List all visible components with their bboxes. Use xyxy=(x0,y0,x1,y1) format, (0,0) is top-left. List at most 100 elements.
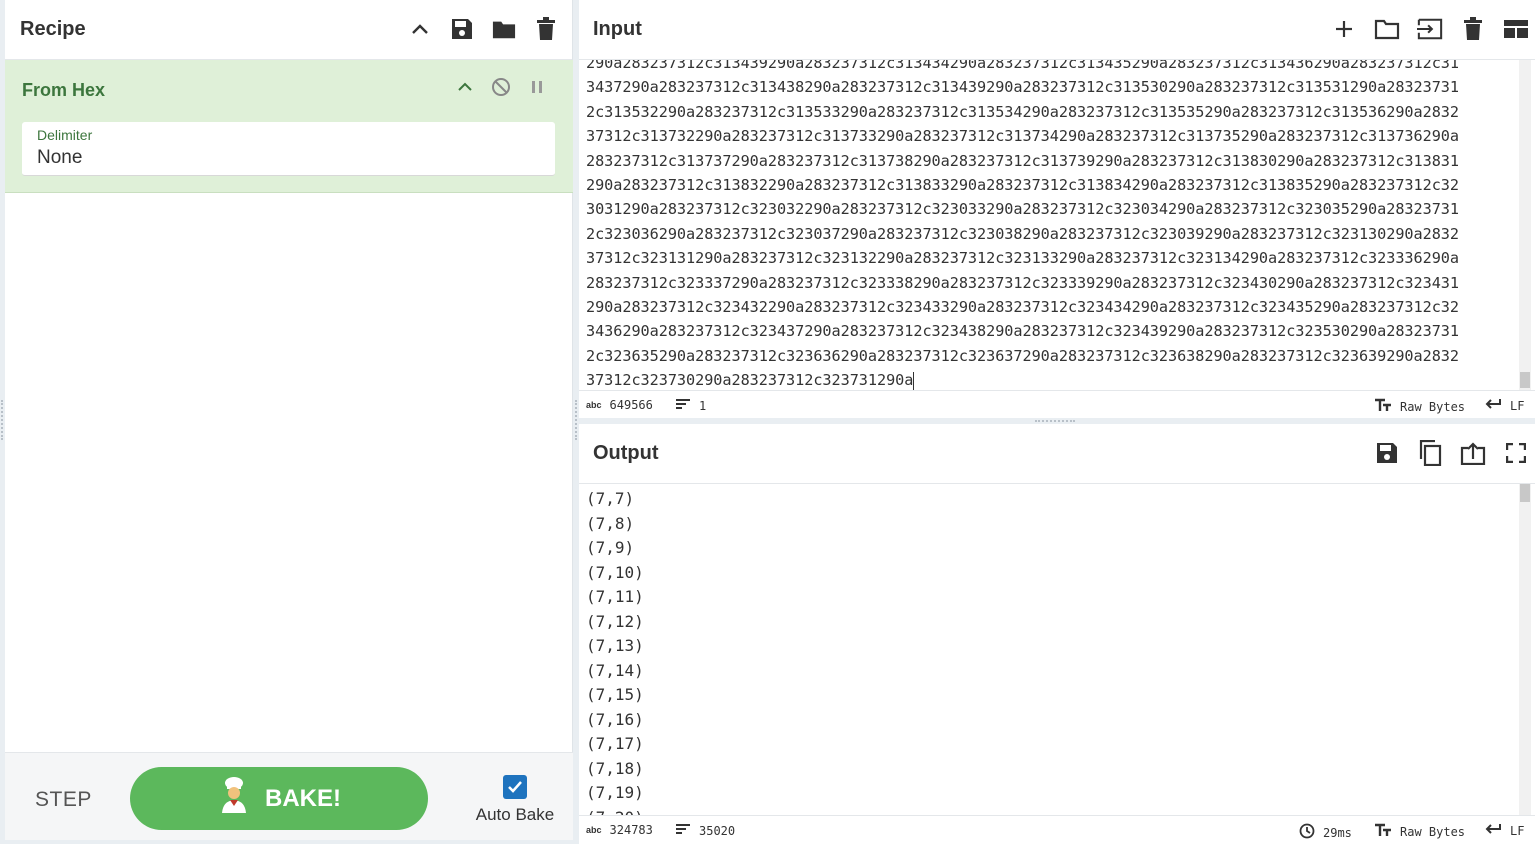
bake-time-value: 29ms xyxy=(1323,825,1352,840)
input-line: 3436290a283237312c323437290a283237312c32… xyxy=(586,322,1459,341)
output-length: abc 324783 xyxy=(586,823,653,837)
vertical-splitter-grip[interactable] xyxy=(575,400,578,440)
text-cursor xyxy=(913,371,915,390)
input-line: 2c313532290a283237312c313533290a28323731… xyxy=(586,102,1459,121)
maximise-icon[interactable] xyxy=(1503,438,1529,468)
recipe-title: Recipe xyxy=(20,18,86,40)
output-line: (7,12) xyxy=(586,611,644,631)
output-encoding-value: Raw Bytes xyxy=(1400,824,1466,839)
pause-icon[interactable] xyxy=(527,76,547,98)
input-line: 283237312c323337290a283237312c323338290a… xyxy=(586,273,1459,292)
output-scrollbar[interactable] xyxy=(1519,484,1531,815)
output-encoding[interactable]: Raw Bytes xyxy=(1374,823,1465,840)
output-header: Output xyxy=(579,424,1535,484)
output-text[interactable]: (7,7) (7,8) (7,9) (7,10) (7,11) (7,12) (7,13) (… xyxy=(586,487,644,815)
return-icon xyxy=(1484,823,1502,838)
text-format-icon xyxy=(1374,823,1392,840)
input-line: 37312c323131290a283237312c323132290a2832… xyxy=(586,249,1459,268)
left-splitter-grip[interactable] xyxy=(1,400,4,440)
input-length-value: 649566 xyxy=(609,398,653,412)
output-eol[interactable]: LF xyxy=(1484,823,1524,838)
input-line: 37312c313732290a283237312c313733290a2832… xyxy=(586,127,1459,146)
output-status-bar: abc 324783 35020 29ms Raw Bytes LF xyxy=(579,815,1535,843)
save-icon[interactable] xyxy=(450,14,474,44)
cyberchef-app: Recipe From Hex Delimiter None STEP BAKE… xyxy=(0,0,1535,844)
input-status-bar: abc 649566 1 Raw Bytes LF xyxy=(579,390,1535,418)
recipe-header: Recipe xyxy=(5,0,572,60)
output-line: (7,8) xyxy=(586,513,635,533)
input-encoding-value: Raw Bytes xyxy=(1400,399,1466,414)
bake-time: 29ms xyxy=(1299,823,1352,842)
bake-button[interactable]: BAKE! xyxy=(130,767,428,830)
clock-icon xyxy=(1299,823,1315,842)
input-line: 37312c323730290a283237312c323731290a xyxy=(586,371,915,390)
output-line: (7,9) xyxy=(586,538,635,557)
input-scroll-thumb[interactable] xyxy=(1520,372,1530,388)
operation-from-hex[interactable]: From Hex Delimiter None xyxy=(5,60,573,193)
trash-icon[interactable] xyxy=(1460,14,1486,44)
output-line: (7,13) xyxy=(586,636,644,655)
output-line: (7,11) xyxy=(586,587,644,606)
folder-icon[interactable] xyxy=(1374,14,1400,44)
output-line: (7,18) xyxy=(586,758,644,778)
text-format-icon xyxy=(1374,398,1392,415)
chevron-up-icon[interactable] xyxy=(455,76,475,98)
output-line: (7,17) xyxy=(586,734,644,753)
output-scroll-thumb[interactable] xyxy=(1520,484,1530,502)
return-icon xyxy=(1484,398,1502,413)
input-eol-value: LF xyxy=(1510,398,1525,413)
open-input-icon[interactable] xyxy=(1417,14,1443,44)
copy-icon[interactable] xyxy=(1417,438,1443,468)
delimiter-field[interactable]: Delimiter None xyxy=(22,122,555,176)
input-line: 2c323036290a283237312c323037290a28323731… xyxy=(586,224,1459,243)
input-line: 283237312c313737290a283237312c313738290a… xyxy=(586,151,1459,170)
input-length: abc 649566 xyxy=(586,398,653,412)
input-scrollbar[interactable] xyxy=(1519,60,1531,390)
operation-name: From Hex xyxy=(22,80,106,100)
output-line: (7,7) xyxy=(586,489,635,508)
output-line: (7,20) xyxy=(586,806,644,816)
bake-controls: STEP BAKE! Auto Bake xyxy=(5,752,573,840)
input-lines-value: 1 xyxy=(699,398,707,413)
output-line: (7,15) xyxy=(586,685,644,704)
horizontal-splitter-grip[interactable] xyxy=(1035,420,1075,423)
input-textarea[interactable]: 290a283237312c313439290a283237312c313434… xyxy=(579,60,1518,390)
output-lines-value: 35020 xyxy=(699,823,736,838)
input-title: Input xyxy=(593,18,642,40)
disable-icon[interactable] xyxy=(491,76,511,98)
recipe-panel: Recipe From Hex Delimiter None STEP BAKE… xyxy=(5,0,573,840)
input-line: 3437290a283237312c313438290a283237312c31… xyxy=(586,78,1459,97)
auto-bake-label: Auto Bake xyxy=(475,805,555,824)
input-encoding[interactable]: Raw Bytes xyxy=(1374,398,1465,415)
plus-icon[interactable] xyxy=(1331,14,1357,44)
output-line: (7,16) xyxy=(586,709,644,729)
input-line: 2c323635290a283237312c323636290a28323731… xyxy=(586,346,1459,365)
output-line: (7,14) xyxy=(586,660,644,680)
output-lines: 35020 xyxy=(675,823,735,838)
output-panel: Output (7,7) (7,8) (7,9) (7,10) (7,11) (7,12)… xyxy=(579,424,1535,844)
input-text[interactable]: 290a283237312c313439290a283237312c313434… xyxy=(586,60,1516,390)
layout-icon[interactable] xyxy=(1503,14,1529,44)
chevron-up-icon[interactable] xyxy=(408,14,432,44)
abc-icon: abc xyxy=(586,825,602,835)
input-line: 290a283237312c313439290a283237312c313434… xyxy=(586,60,1459,72)
output-line: (7,10) xyxy=(586,562,644,582)
delimiter-value[interactable]: None xyxy=(37,147,82,169)
auto-bake: Auto Bake xyxy=(460,775,570,825)
bake-label: BAKE! xyxy=(265,784,341,812)
chef-icon xyxy=(217,776,251,821)
auto-bake-checkbox[interactable] xyxy=(503,775,527,799)
folder-icon[interactable] xyxy=(492,14,516,44)
output-text-area[interactable]: (7,7) (7,8) (7,9) (7,10) (7,11) (7,12) (7,13) (… xyxy=(579,484,1518,815)
step-button[interactable]: STEP xyxy=(35,788,92,812)
input-eol[interactable]: LF xyxy=(1484,398,1524,413)
replace-input-icon[interactable] xyxy=(1460,438,1486,468)
save-icon[interactable] xyxy=(1374,438,1400,468)
trash-icon[interactable] xyxy=(534,14,558,44)
input-lines: 1 xyxy=(675,398,706,413)
output-line: (7,19) xyxy=(586,783,644,802)
input-line: 290a283237312c313832290a283237312c313833… xyxy=(586,176,1459,195)
output-length-value: 324783 xyxy=(609,823,653,837)
abc-icon: abc xyxy=(586,400,602,410)
input-panel: Input 290a283237312c313439290a283237312c… xyxy=(579,0,1535,418)
